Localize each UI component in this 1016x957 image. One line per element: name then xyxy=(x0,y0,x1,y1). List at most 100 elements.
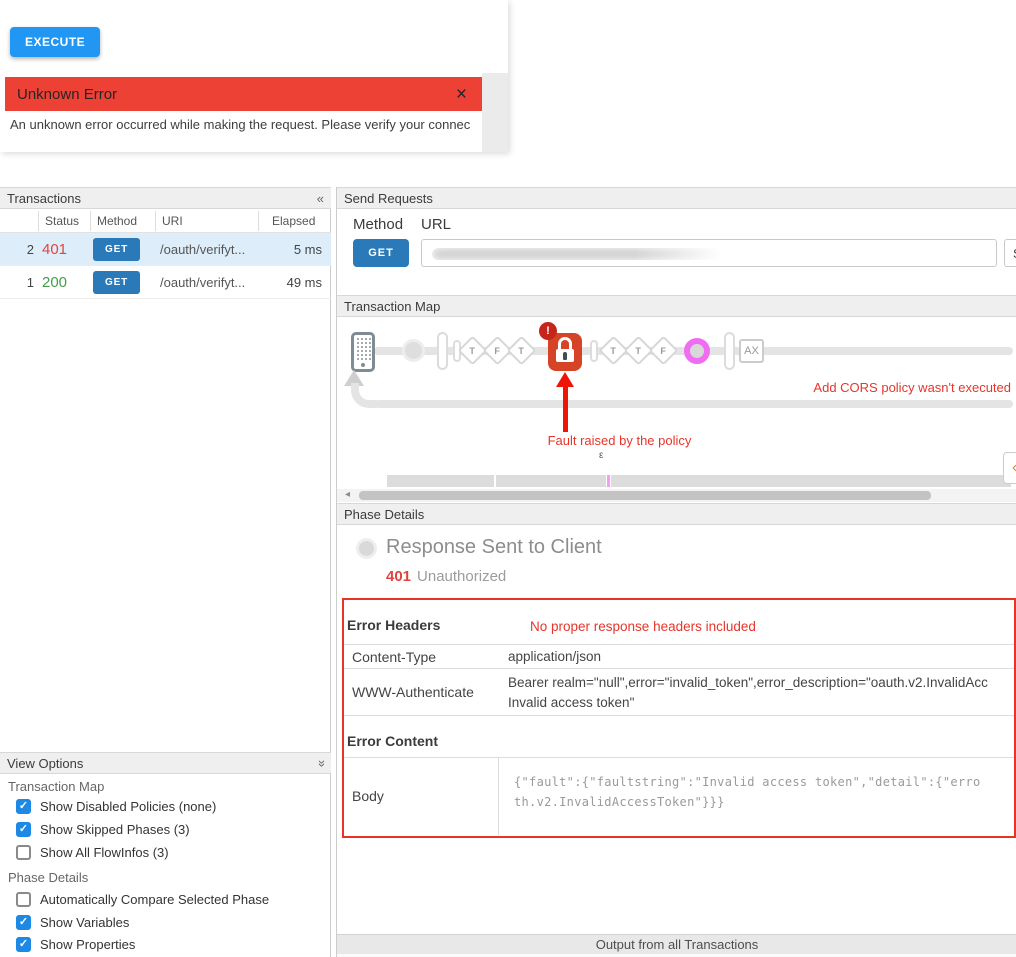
option-show-disabled-policies[interactable]: ✓ Show Disabled Policies (none) xyxy=(16,798,216,814)
option-label: Show Properties xyxy=(40,937,135,952)
skipped-policy-node[interactable] xyxy=(684,338,710,364)
checkbox[interactable]: ✓ xyxy=(16,937,31,952)
transaction-map-header: Transaction Map xyxy=(337,295,1016,317)
error-banner-message: An unknown error occurred while making t… xyxy=(10,117,506,132)
error-headers-table: Content-Type application/json WWW-Authen… xyxy=(344,644,1014,716)
transactions-title: Transactions xyxy=(7,191,81,206)
phase-node-icon xyxy=(356,538,377,559)
tx-status: 200 xyxy=(42,274,67,291)
error-badge-icon: ! xyxy=(539,322,557,340)
tx-index: 2 xyxy=(0,242,34,257)
tx-status: 401 xyxy=(42,241,67,258)
condition-node[interactable]: T xyxy=(507,336,537,366)
option-label: Show Skipped Phases (3) xyxy=(40,822,190,837)
response-flow-line xyxy=(375,400,1013,408)
url-input[interactable] xyxy=(421,239,997,267)
option-show-variables[interactable]: ✓ Show Variables xyxy=(16,914,129,930)
header-value: application/json xyxy=(508,647,1014,667)
map-scrollbar-thumb[interactable] xyxy=(359,491,931,500)
option-label: Automatically Compare Selected Phase xyxy=(40,892,269,907)
trace-panel: Send Requests Method URL GET Send Transa… xyxy=(336,187,1016,957)
map-nav-back-button[interactable]: ‹ xyxy=(1003,452,1016,484)
view-options-title: View Options xyxy=(7,756,83,771)
scroll-left-icon[interactable]: ◂ xyxy=(345,489,350,500)
option-show-properties[interactable]: ✓ Show Properties xyxy=(16,936,135,952)
transaction-row[interactable]: 2 401 GET /oauth/verifyt... 5 ms xyxy=(0,233,331,266)
header-name: WWW-Authenticate xyxy=(352,684,474,700)
fault-arrow-icon xyxy=(556,372,574,387)
flow-step-node[interactable] xyxy=(590,340,598,362)
transactions-header: Transactions « xyxy=(0,187,331,209)
header-value: Bearer realm="null",error="invalid_token… xyxy=(508,673,1014,713)
flow-start-node[interactable] xyxy=(402,339,425,362)
timeline-segment[interactable] xyxy=(496,475,606,487)
status-code: 401 xyxy=(386,568,411,585)
section-transaction-map: Transaction Map xyxy=(8,779,104,794)
transaction-map-title: Transaction Map xyxy=(344,299,440,314)
fault-annotation: Fault raised by the policy xyxy=(537,433,702,448)
option-label: Show Disabled Policies (none) xyxy=(40,799,216,814)
header-row: Content-Type application/json xyxy=(344,644,1014,668)
phase-separator xyxy=(724,332,735,370)
header-row: WWW-Authenticate Bearer realm="null",err… xyxy=(344,668,1014,716)
col-elapsed: Elapsed xyxy=(272,214,315,228)
close-icon[interactable]: × xyxy=(453,85,470,104)
timeline-segment[interactable] xyxy=(387,475,494,487)
analytics-node[interactable]: AX xyxy=(739,339,764,363)
collapse-panel-icon[interactable]: « xyxy=(317,191,324,206)
phase-name: Response Sent to Client xyxy=(386,536,602,559)
phase-details-header: Phase Details xyxy=(337,503,1016,525)
tx-uri: /oauth/verifyt... xyxy=(160,275,245,290)
error-banner: Unknown Error × xyxy=(5,77,482,111)
checkbox[interactable]: ✓ xyxy=(16,892,31,907)
option-auto-compare-phase[interactable]: ✓ Automatically Compare Selected Phase xyxy=(16,891,269,907)
url-label: URL xyxy=(421,216,451,233)
phase-status: 401Unauthorized xyxy=(386,568,506,585)
phase-details-title: Phase Details xyxy=(344,507,424,522)
error-highlight-box: Error Headers No proper response headers… xyxy=(342,598,1016,838)
output-transactions-bar[interactable]: Output from all Transactions xyxy=(337,934,1016,954)
execute-button[interactable]: EXECUTE xyxy=(10,27,100,57)
epsilon-time-label: ε xyxy=(599,450,603,461)
option-label: Show All FlowInfos (3) xyxy=(40,845,169,860)
checkbox[interactable]: ✓ xyxy=(16,799,31,814)
send-button[interactable]: Send xyxy=(1004,239,1016,267)
send-requests-title: Send Requests xyxy=(344,191,433,206)
col-uri: URI xyxy=(162,214,183,228)
col-method: Method xyxy=(97,214,137,228)
condition-node[interactable]: F xyxy=(649,336,679,366)
chevron-left-icon: ‹ xyxy=(1012,459,1016,476)
tx-elapsed: 49 ms xyxy=(287,275,322,290)
left-panel-divider xyxy=(330,187,331,957)
phase-separator xyxy=(437,332,448,370)
section-phase-details: Phase Details xyxy=(8,870,88,885)
transactions-column-headers: Status Method URI Elapsed xyxy=(0,209,331,233)
body-label: Body xyxy=(352,788,384,804)
return-flow-curve xyxy=(351,383,377,408)
tx-index: 1 xyxy=(0,275,34,290)
checkbox[interactable]: ✓ xyxy=(16,915,31,930)
transaction-row[interactable]: 1 200 GET /oauth/verifyt... 49 ms xyxy=(0,266,331,299)
method-select-button[interactable]: GET xyxy=(353,239,409,267)
option-show-skipped-phases[interactable]: ✓ Show Skipped Phases (3) xyxy=(16,821,190,837)
error-banner-title: Unknown Error xyxy=(17,86,453,103)
method-label: Method xyxy=(353,216,403,233)
checkbox[interactable]: ✓ xyxy=(16,822,31,837)
option-show-all-flowinfos[interactable]: ✓ Show All FlowInfos (3) xyxy=(16,844,169,860)
check-icon: ✓ xyxy=(19,939,28,950)
mobile-client-icon[interactable] xyxy=(351,332,375,372)
check-icon: ✓ xyxy=(19,917,28,928)
scroll-gutter xyxy=(482,73,508,152)
col-status: Status xyxy=(45,214,79,228)
checkbox[interactable]: ✓ xyxy=(16,845,31,860)
timeline-segment[interactable] xyxy=(611,475,1011,487)
transaction-map-canvas: T F T ! Fault raised by the policy T T F… xyxy=(337,317,1016,470)
send-requests-header: Send Requests xyxy=(337,187,1016,209)
method-badge: GET xyxy=(93,238,140,261)
oauth-policy-error-icon[interactable] xyxy=(548,333,582,371)
option-label: Show Variables xyxy=(40,915,129,930)
collapse-section-icon[interactable]: « xyxy=(313,759,328,766)
method-badge: GET xyxy=(93,271,140,294)
check-icon: ✓ xyxy=(19,824,28,835)
error-content-title: Error Content xyxy=(347,733,438,749)
